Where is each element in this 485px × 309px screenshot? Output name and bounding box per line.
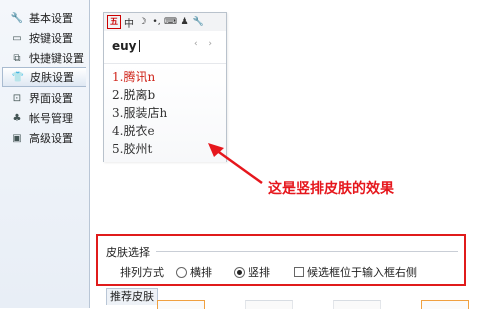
candidate-item: 3.服装店h bbox=[112, 106, 168, 120]
radio-selected-icon[interactable] bbox=[234, 266, 245, 278]
candidate-item: 4.脱衣e bbox=[112, 124, 155, 138]
keyboard-icon: ⌨ bbox=[164, 17, 177, 27]
candidate-item: 5.胶州t bbox=[112, 142, 153, 156]
user-icon: ♟ bbox=[180, 17, 189, 27]
candidate-item: 1.腾讯n bbox=[112, 70, 156, 84]
candidate-item: 2.脱离b bbox=[112, 88, 156, 102]
composition-row: euy ‹ › bbox=[104, 35, 226, 57]
skin-preview-window: 五 中 ☽ •, ⌨ ♟ 🔧 euy ‹ › 1.腾讯n 2.脱离b 3.服装店… bbox=[103, 12, 227, 162]
layout-options-row: 排列方式 横排 竖排 候选框位于输入框右侧 bbox=[120, 264, 417, 280]
checkbox-icon[interactable] bbox=[294, 267, 304, 277]
shortcut-icon: ⧉ bbox=[13, 52, 21, 64]
group-divider bbox=[156, 251, 458, 252]
sidebar-item-ui-settings[interactable]: ⊡ 界面设置 bbox=[2, 88, 86, 108]
sidebar-item-shortcut-settings[interactable]: ⧉ 快捷键设置 bbox=[2, 48, 86, 68]
sidebar-item-account[interactable]: ♣ 帐号管理 bbox=[2, 108, 86, 128]
settings-sidebar: 🔧 基本设置 ▭ 按键设置 ⧉ 快捷键设置 👕 皮肤设置 ⊡ 界面设置 ♣ 帐号… bbox=[0, 0, 90, 308]
group-title: 皮肤选择 bbox=[106, 246, 150, 259]
checkbox-label: 候选框位于输入框右侧 bbox=[307, 266, 417, 279]
sidebar-item-label: 帐号管理 bbox=[29, 112, 73, 125]
window-icon: ⊡ bbox=[12, 92, 22, 104]
ime-logo-icon: 五 bbox=[107, 15, 121, 29]
ime-toolbar: 五 中 ☽ •, ⌨ ♟ 🔧 bbox=[104, 13, 226, 31]
sidebar-item-basic-settings[interactable]: 🔧 基本设置 bbox=[2, 8, 86, 28]
sidebar-item-label: 基本设置 bbox=[29, 12, 73, 25]
sidebar-item-label: 皮肤设置 bbox=[30, 71, 74, 84]
keyboard-icon: ▭ bbox=[12, 32, 22, 44]
moon-icon: ☽ bbox=[138, 17, 147, 27]
skin-thumbnails bbox=[157, 300, 469, 309]
radio-label: 横排 bbox=[190, 266, 212, 279]
annotation-text: 这是竖排皮肤的效果 bbox=[268, 181, 394, 197]
chinese-mode-indicator: 中 bbox=[124, 18, 134, 30]
wrench-icon: 🔧 bbox=[192, 17, 205, 27]
skin-selection-group: 皮肤选择 排列方式 横排 竖排 候选框位于输入框右侧 bbox=[96, 234, 466, 286]
advanced-icon: ▣ bbox=[12, 132, 22, 144]
tshirt-icon: 👕 bbox=[11, 71, 25, 83]
sidebar-item-label: 界面设置 bbox=[29, 92, 73, 105]
sidebar-item-label: 高级设置 bbox=[29, 132, 73, 145]
tab-recommended-skins[interactable]: 推荐皮肤 bbox=[106, 288, 158, 305]
text-caret bbox=[138, 40, 140, 52]
layout-label: 排列方式 bbox=[120, 266, 164, 279]
radio-horizontal[interactable]: 横排 bbox=[176, 264, 212, 280]
punctuation-icon: •, bbox=[152, 17, 161, 27]
sidebar-item-label: 快捷键设置 bbox=[29, 52, 84, 65]
user-icon: ♣ bbox=[12, 112, 22, 124]
radio-vertical[interactable]: 竖排 bbox=[234, 264, 270, 280]
sidebar-item-skin-settings[interactable]: 👕 皮肤设置 bbox=[2, 67, 86, 87]
page-arrows-icon: ‹ › bbox=[193, 39, 216, 49]
sidebar-item-key-settings[interactable]: ▭ 按键设置 bbox=[2, 28, 86, 48]
radio-unselected-icon[interactable] bbox=[176, 266, 187, 278]
wrench-icon: 🔧 bbox=[10, 12, 24, 24]
sidebar-item-advanced[interactable]: ▣ 高级设置 bbox=[2, 128, 86, 148]
candidate-right-checkbox[interactable]: 候选框位于输入框右侧 bbox=[294, 264, 417, 280]
radio-label: 竖排 bbox=[248, 266, 270, 279]
candidate-list: 1.腾讯n 2.脱离b 3.服装店h 4.脱衣e 5.胶州t bbox=[104, 63, 226, 162]
pinyin-input-text: euy bbox=[112, 39, 137, 53]
sidebar-item-label: 按键设置 bbox=[29, 32, 73, 45]
